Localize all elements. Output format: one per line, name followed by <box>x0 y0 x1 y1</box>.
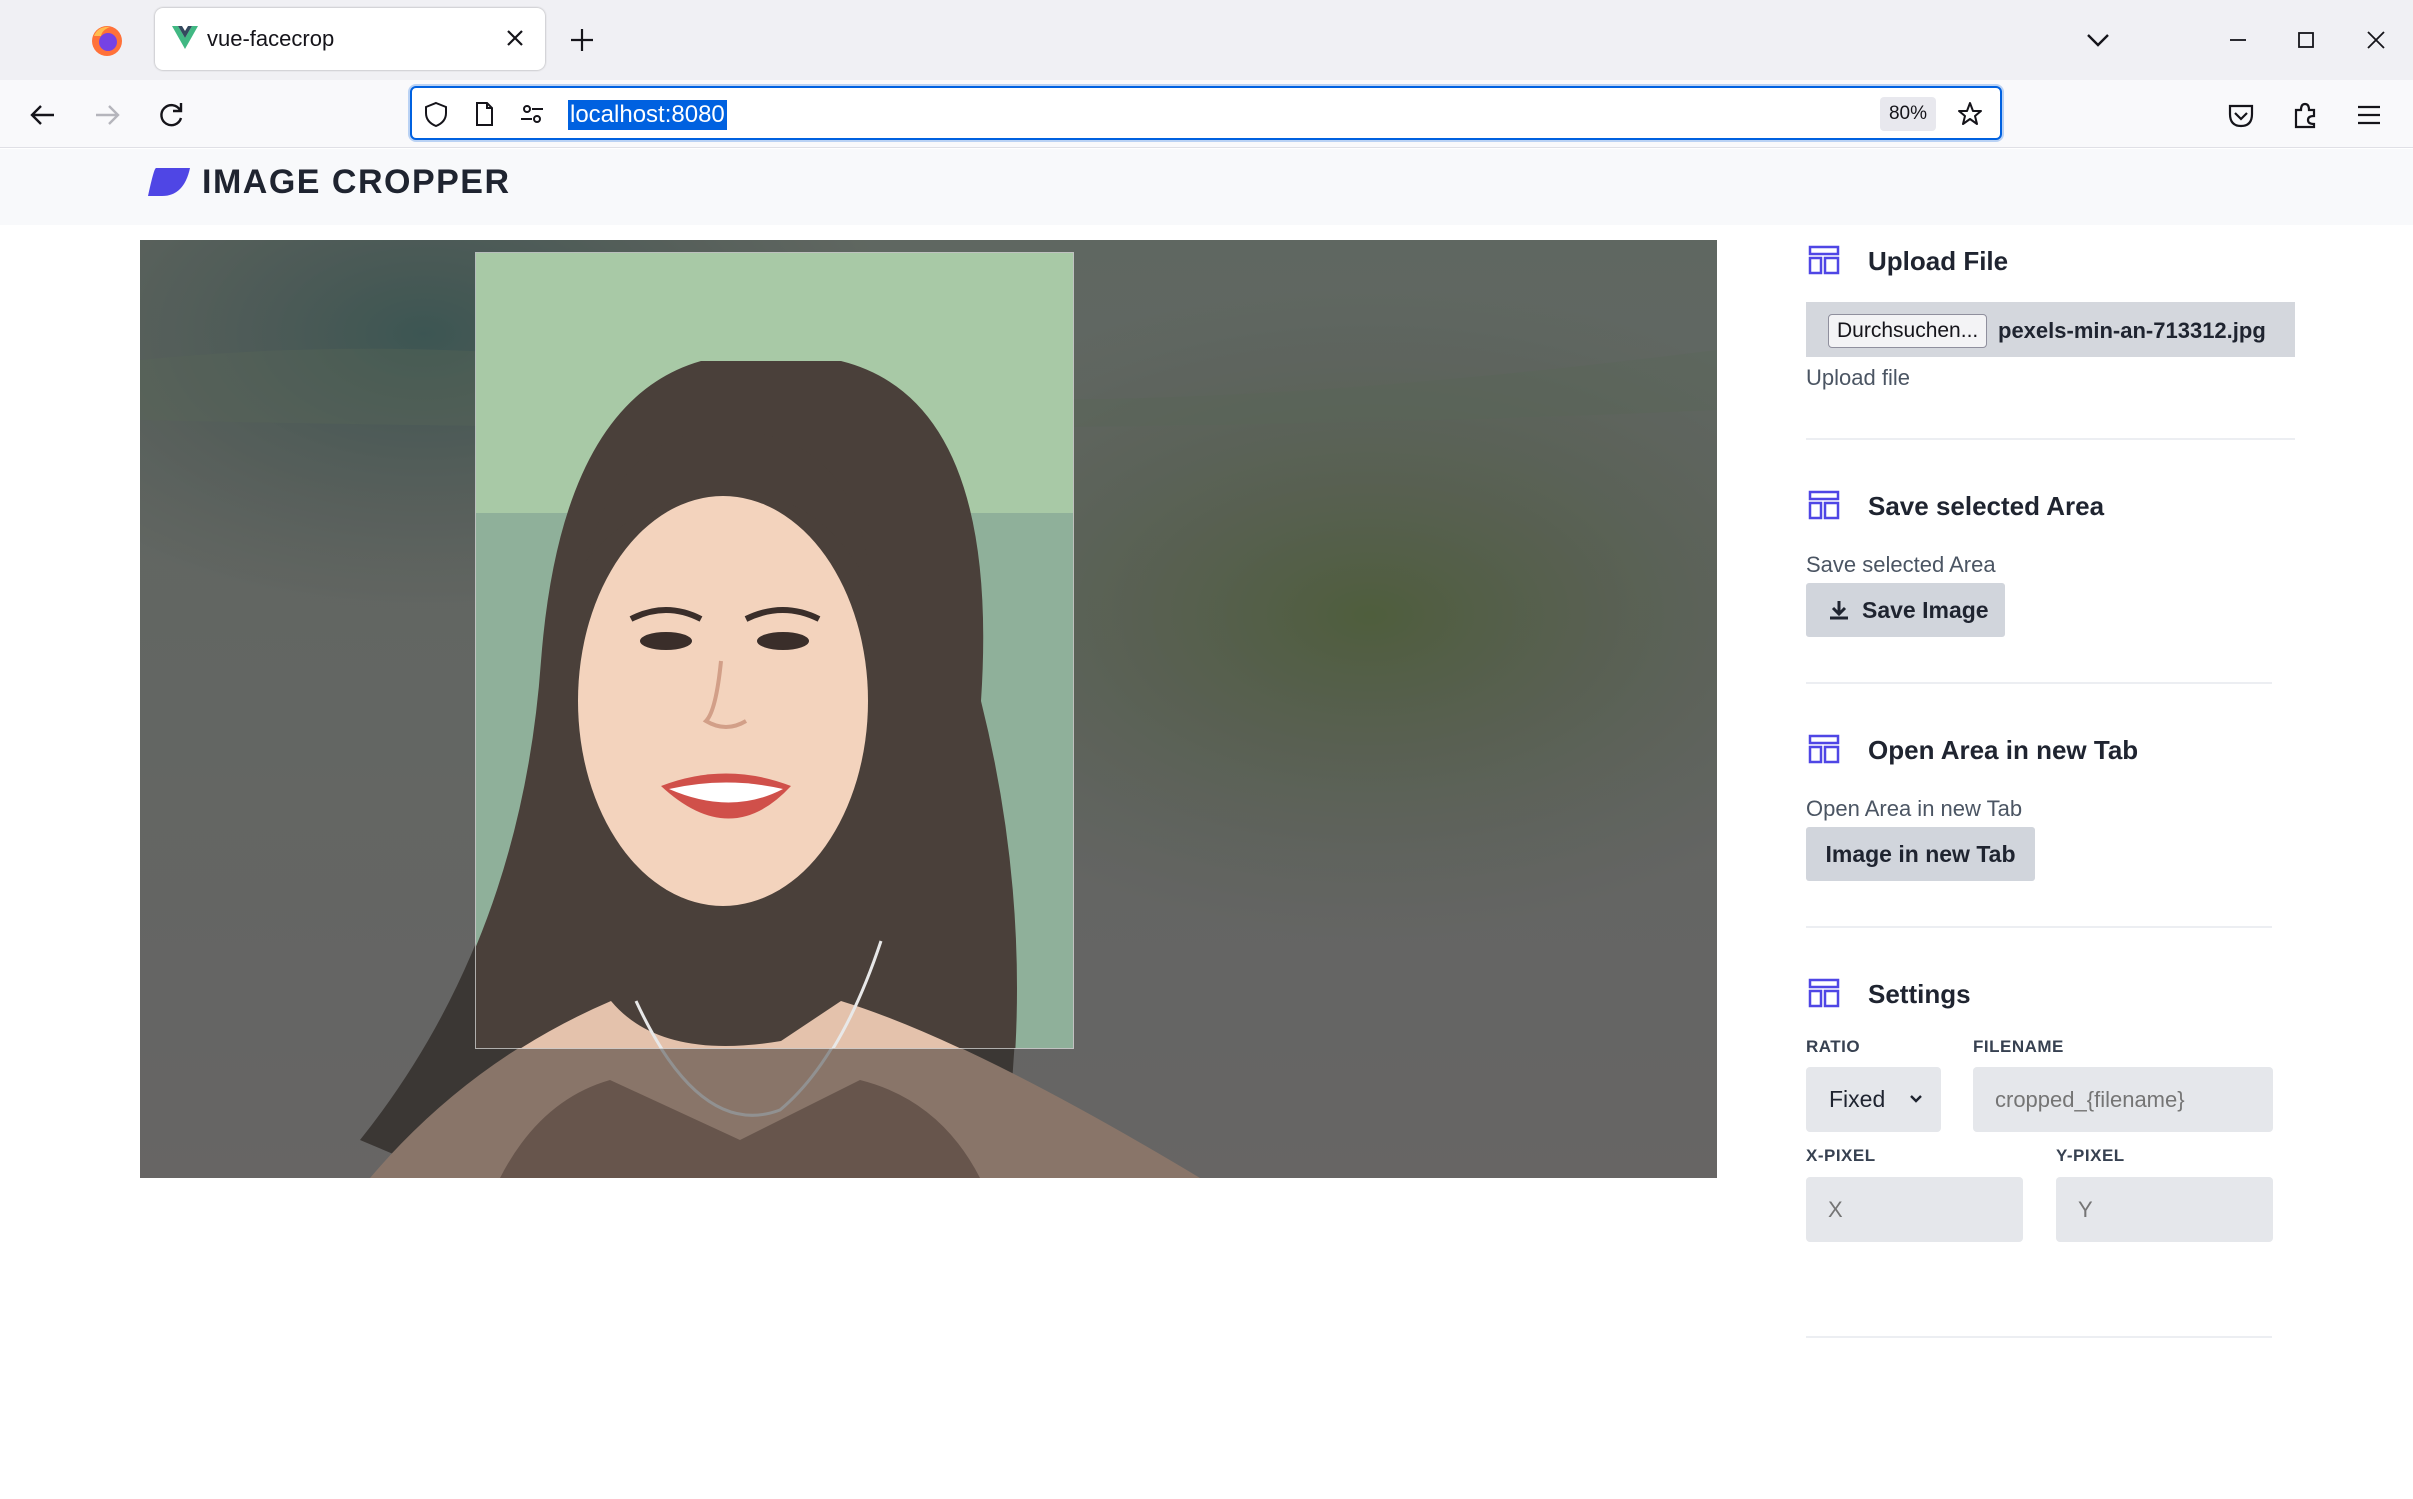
app-logo-icon <box>148 168 190 196</box>
bookmark-star-icon[interactable] <box>1956 100 1984 128</box>
file-input[interactable]: Durchsuchen... pexels-min-an-713312.jpg <box>1806 302 2295 357</box>
pocket-icon[interactable] <box>2224 98 2258 132</box>
save-image-label: Save Image <box>1862 597 1989 623</box>
address-bar[interactable]: localhost:8080 80% <box>410 86 2002 140</box>
save-caption: Save selected Area <box>1806 552 1996 577</box>
crop-canvas[interactable] <box>140 240 1717 1178</box>
layout-icon <box>1808 734 1840 764</box>
tab-title: vue-facecrop <box>207 26 335 51</box>
minimize-window-icon[interactable] <box>2220 22 2256 58</box>
layout-icon <box>1808 245 1840 275</box>
filename-input[interactable] <box>1973 1067 2273 1132</box>
selected-file-name: pexels-min-an-713312.jpg <box>1998 318 2266 343</box>
back-arrow-icon[interactable] <box>26 98 60 132</box>
ratio-label: RATIO <box>1806 1037 1861 1056</box>
crop-selection-area[interactable] <box>475 252 1074 1049</box>
new-tab-icon[interactable] <box>566 24 598 56</box>
app-title: IMAGE CROPPER <box>202 163 511 201</box>
vue-favicon-icon <box>172 26 198 49</box>
app-header: IMAGE CROPPER <box>0 149 2413 225</box>
open-tab-caption: Open Area in new Tab <box>1806 796 2023 821</box>
y-pixel-label: Y-PIXEL <box>2056 1146 2125 1165</box>
section-divider <box>1806 682 2272 684</box>
save-image-button[interactable]: Save Image <box>1806 583 2005 637</box>
section-divider <box>1806 438 2295 440</box>
browser-nav-bar: localhost:8080 80% <box>0 80 2413 148</box>
forward-arrow-icon[interactable] <box>90 98 124 132</box>
upload-caption: Upload file <box>1806 365 1910 390</box>
x-pixel-label: X-PIXEL <box>1806 1146 1876 1165</box>
open-tab-section-title: Open Area in new Tab <box>1868 735 2139 765</box>
x-pixel-input[interactable] <box>1806 1177 2023 1242</box>
ratio-value: Fixed <box>1829 1086 1886 1112</box>
permissions-icon[interactable] <box>518 100 546 128</box>
settings-section-title: Settings <box>1868 979 1971 1009</box>
section-divider <box>1806 1336 2272 1338</box>
browser-tab-active[interactable]: vue-facecrop <box>155 8 545 70</box>
chevron-down-icon <box>1910 1095 1922 1103</box>
download-icon <box>1830 601 1848 620</box>
filename-label: FILENAME <box>1973 1037 2064 1056</box>
save-section-title: Save selected Area <box>1868 491 2105 521</box>
url-text[interactable]: localhost:8080 <box>568 100 727 130</box>
browse-button[interactable]: Durchsuchen... <box>1828 314 1988 348</box>
extensions-icon[interactable] <box>2288 98 2322 132</box>
browser-tab-bar: vue-facecrop <box>0 0 2413 80</box>
section-divider <box>1806 926 2272 928</box>
upload-section-title: Upload File <box>1868 246 2009 276</box>
menu-hamburger-icon[interactable] <box>2352 98 2386 132</box>
firefox-icon[interactable] <box>88 22 126 60</box>
zoom-level[interactable]: 80% <box>1880 97 1936 131</box>
close-tab-icon[interactable] <box>503 26 527 50</box>
list-all-tabs-icon[interactable] <box>2080 22 2116 58</box>
close-window-icon[interactable] <box>2358 22 2394 58</box>
maximize-window-icon[interactable] <box>2288 22 2324 58</box>
page-info-icon[interactable] <box>470 100 498 128</box>
crop-selection-preview <box>476 253 1073 1048</box>
ratio-select[interactable]: Fixed <box>1806 1067 1941 1132</box>
layout-icon <box>1808 978 1840 1008</box>
reload-icon[interactable] <box>154 98 188 132</box>
y-pixel-input[interactable] <box>2056 1177 2273 1242</box>
layout-icon <box>1808 490 1840 520</box>
shield-icon[interactable] <box>422 100 450 128</box>
image-in-new-tab-button[interactable]: Image in new Tab <box>1806 827 2035 881</box>
